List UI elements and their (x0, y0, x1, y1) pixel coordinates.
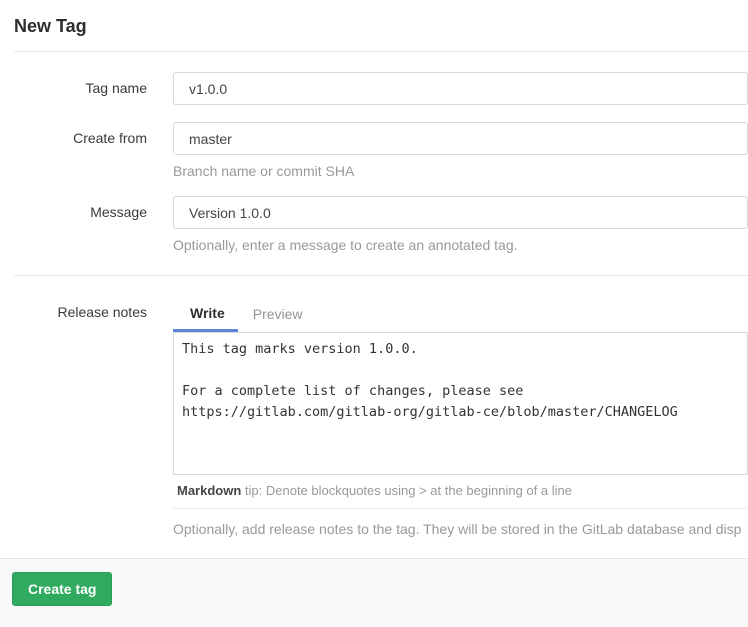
tag-name-input[interactable] (173, 72, 748, 105)
section-divider (14, 275, 748, 276)
tag-name-row: Tag name (0, 72, 748, 105)
markdown-tip-text: tip: Denote blockquotes using > at the b… (241, 483, 572, 498)
create-from-input[interactable] (173, 122, 748, 155)
markdown-tabs: Write Preview (173, 296, 748, 332)
form-actions: Create tag (0, 558, 748, 627)
new-tag-form: Tag name Create from Branch name or comm… (0, 72, 748, 627)
page-title: New Tag (0, 0, 748, 51)
release-notes-label: Release notes (0, 296, 147, 537)
tag-name-label: Tag name (0, 72, 147, 105)
markdown-tip-bold: Markdown (177, 483, 241, 498)
markdown-tip: Markdown tip: Denote blockquotes using >… (173, 475, 748, 509)
message-row: Message Optionally, enter a message to c… (0, 196, 748, 253)
create-from-row: Create from Branch name or commit SHA (0, 122, 748, 179)
message-help: Optionally, enter a message to create an… (173, 237, 748, 253)
create-from-label: Create from (0, 122, 147, 179)
create-from-help: Branch name or commit SHA (173, 163, 748, 179)
tab-preview[interactable]: Preview (238, 297, 318, 332)
message-label: Message (0, 196, 147, 253)
tab-write[interactable]: Write (173, 296, 238, 332)
header-divider (14, 51, 748, 52)
release-notes-row: Release notes Write Preview This tag mar… (0, 296, 748, 537)
release-notes-textarea[interactable]: This tag marks version 1.0.0. For a comp… (173, 332, 748, 475)
message-input[interactable] (173, 196, 748, 229)
release-notes-help: Optionally, add release notes to the tag… (173, 521, 748, 537)
create-tag-button[interactable]: Create tag (12, 572, 112, 606)
